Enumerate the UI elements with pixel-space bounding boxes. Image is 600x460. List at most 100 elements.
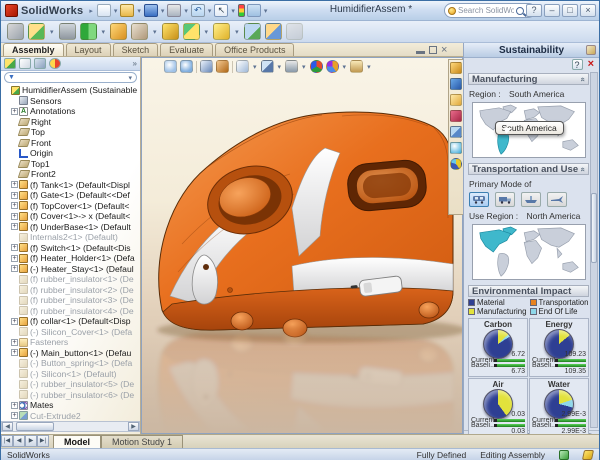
undo-dropdown-icon[interactable]: ▾ [208, 7, 212, 15]
australia[interactable] [562, 140, 577, 151]
section-view-icon[interactable] [216, 60, 229, 73]
humidifier-3d-model[interactable] [142, 58, 463, 434]
tree-item[interactable]: +Fasteners [3, 337, 140, 348]
model-tab-model[interactable]: Model [53, 435, 101, 448]
collapse-icon[interactable]: « [578, 167, 587, 171]
doc-restore-icon[interactable] [429, 46, 437, 54]
hide-show-items-dropdown-icon[interactable]: ▾ [302, 63, 306, 71]
save-dropdown-icon[interactable]: ▾ [161, 7, 165, 15]
smart-fasteners-icon[interactable] [80, 23, 97, 40]
instant3d-icon[interactable] [286, 23, 303, 40]
tree-item[interactable]: +(f) TopCover<1> (Default< [3, 201, 140, 212]
transport-mode-airplane-button[interactable] [547, 192, 567, 207]
tree-item[interactable]: (-) rubber_insulator<6> (De [3, 390, 140, 401]
show-hidden-components-dropdown-icon[interactable]: ▾ [153, 28, 157, 36]
tree-item[interactable]: +(-) Heater_Stay<1> (Defaul [3, 264, 140, 275]
options-icon[interactable] [247, 4, 261, 17]
configuration-manager-icon[interactable] [34, 58, 46, 69]
scroll-thumb[interactable] [16, 422, 54, 431]
expand-icon[interactable]: + [11, 265, 18, 272]
maximize-button[interactable]: □ [562, 4, 578, 17]
africa[interactable] [524, 240, 541, 263]
new-motion-study-dropdown-icon[interactable]: ▾ [235, 28, 239, 36]
mate-icon[interactable] [28, 23, 45, 40]
tree-item[interactable]: Top [3, 127, 140, 138]
tree-item[interactable]: (f) rubber_insulator<2> (De [3, 285, 140, 296]
expand-icon[interactable]: + [11, 339, 18, 346]
smart-fasteners-dropdown-icon[interactable]: ▾ [102, 28, 106, 36]
new-document-dropdown-icon[interactable]: ▾ [114, 7, 118, 15]
print-icon[interactable] [167, 4, 181, 17]
linear-component-pattern-icon[interactable] [59, 23, 76, 40]
tree-item[interactable]: (-) rubber_insulator<5> (De [3, 379, 140, 390]
tree-item[interactable]: Front [3, 138, 140, 149]
tag-icon[interactable] [582, 450, 594, 460]
expand-icon[interactable]: + [11, 223, 18, 230]
tab-scroll-first-icon[interactable]: |◀ [1, 435, 13, 447]
region-value[interactable]: South America [509, 89, 564, 99]
tree-item[interactable]: Top1 [3, 159, 140, 170]
select-arrow-icon[interactable]: ↖ [214, 4, 228, 17]
northamerica-highlighted[interactable] [479, 230, 510, 252]
reference-geometry-icon[interactable] [183, 23, 200, 40]
tree-item[interactable]: (-) Silicon<1> (Default) [3, 369, 140, 380]
tree-item[interactable]: +(f) collar<1> (Default<Disp [3, 316, 140, 327]
save-icon[interactable] [144, 4, 158, 17]
tab-assembly[interactable]: Assembly [3, 43, 64, 56]
tree-filter-input[interactable] [17, 73, 126, 82]
doc-close-icon[interactable]: × [441, 45, 447, 55]
southamerica[interactable] [497, 253, 508, 276]
search-icon[interactable] [516, 7, 524, 15]
rotate-view-icon[interactable] [200, 60, 213, 73]
asia[interactable] [537, 228, 574, 247]
expand-icon[interactable]: + [11, 255, 18, 262]
expand-icon[interactable]: + [11, 213, 18, 220]
manufacturing-section-header[interactable]: Manufacturing « [468, 73, 589, 85]
scroll-left-icon[interactable]: ◀ [2, 422, 13, 431]
rebuild-stoplight-icon[interactable] [238, 4, 245, 17]
tree-item[interactable]: +(f) Heater_Holder<1> (Defa [3, 253, 140, 264]
tree-item[interactable]: Front2 [3, 169, 140, 180]
tree-item[interactable]: +Cut-Extrude2 [3, 411, 140, 421]
scroll-thumb[interactable] [591, 193, 597, 263]
europe[interactable] [524, 109, 539, 120]
tree-horizontal-scrollbar[interactable]: ◀ ▶ [1, 421, 140, 432]
transportation-section-header[interactable]: Transportation and Use « [468, 163, 589, 175]
menu-expand-icon[interactable]: ▸ [89, 7, 93, 15]
task-tab-view-palette-icon[interactable] [450, 110, 462, 122]
tree-item[interactable]: +(f) Switch<1> (Default<Dis [3, 243, 140, 254]
task-tab-custom-properties-icon[interactable] [450, 142, 462, 154]
tab-scroll-left-icon[interactable]: ◀ [13, 435, 25, 447]
expand-icon[interactable]: + [11, 244, 18, 251]
zoom-area-icon[interactable] [180, 60, 193, 73]
task-tab-solidworks-resources-icon[interactable] [450, 62, 462, 74]
display-style-icon[interactable] [261, 60, 274, 73]
use-region-value[interactable]: North America [527, 211, 581, 221]
transport-mode-truck-button[interactable] [495, 192, 515, 207]
pane-vertical-scrollbar[interactable] [590, 72, 598, 428]
reference-geometry-dropdown-icon[interactable]: ▾ [205, 28, 209, 36]
open-folder-dropdown-icon[interactable]: ▾ [137, 7, 141, 15]
tab-evaluate[interactable]: Evaluate [160, 43, 213, 56]
tree-item[interactable]: HumidifierAssem (Sustainable [3, 85, 140, 96]
view-orientation-dropdown-icon[interactable]: ▾ [253, 63, 257, 71]
graphics-viewport[interactable]: ▾▾▾▾▾ [141, 57, 463, 434]
task-tab-design-library-icon[interactable] [450, 78, 462, 90]
tree-item[interactable]: +AAnnotations [3, 106, 140, 117]
pane-close-button[interactable]: × [588, 59, 594, 71]
undo-icon[interactable]: ↶ [191, 4, 205, 17]
tabs-overflow-icon[interactable]: » [133, 59, 137, 68]
task-tab-appearances-scenes-icon[interactable] [450, 126, 462, 138]
tree-item[interactable]: Internals2<1> (Default) [3, 232, 140, 243]
exploded-view-icon[interactable] [265, 23, 282, 40]
print-dropdown-icon[interactable]: ▾ [184, 7, 188, 15]
tree-item[interactable]: (-) Silicon_Cover<1> (Defa [3, 327, 140, 338]
featuremanager-tree-icon[interactable] [4, 58, 16, 69]
filter-dropdown-icon[interactable]: ▾ [128, 74, 132, 82]
collapse-icon[interactable]: « [578, 77, 587, 81]
tree-item[interactable]: +(f) Cover<1>-> x (Default< [3, 211, 140, 222]
manufacturing-region-map[interactable]: South America [472, 102, 586, 158]
transport-mode-train-button[interactable] [469, 192, 489, 207]
tree-item[interactable]: (f) rubber_insulator<3> (De [3, 295, 140, 306]
display-style-dropdown-icon[interactable]: ▾ [278, 63, 282, 71]
